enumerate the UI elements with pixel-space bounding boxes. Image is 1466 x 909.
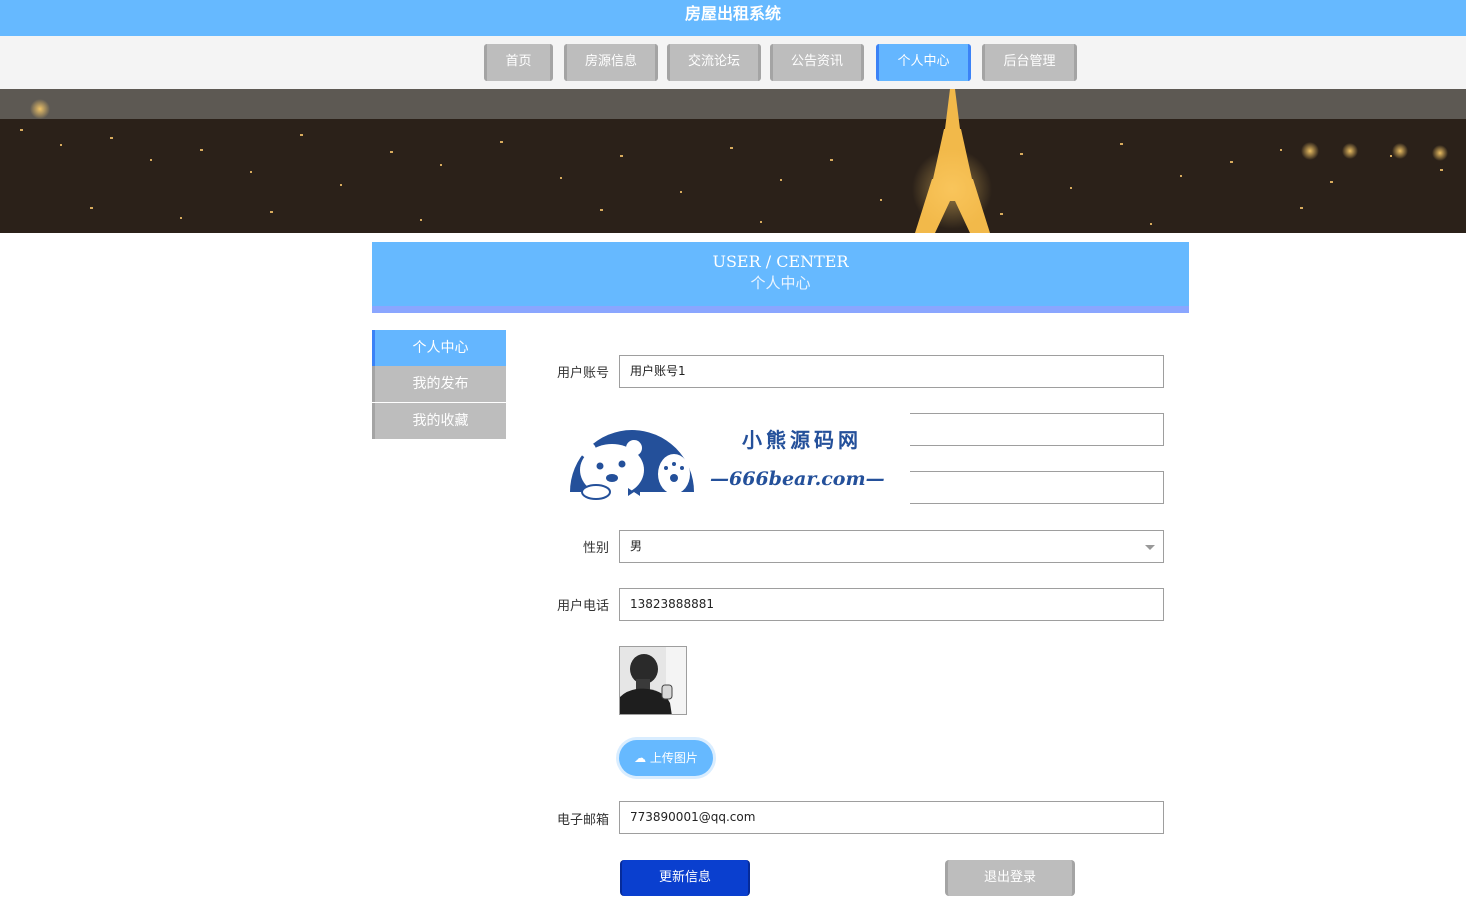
email-input[interactable]: 773890001@qq.com <box>619 801 1164 834</box>
top-header: 房屋出租系统 <box>0 0 1466 36</box>
sidebar-item-my-favorites[interactable]: 我的收藏 <box>372 403 506 439</box>
gender-label: 性别 <box>582 541 609 556</box>
logout-button[interactable]: 退出登录 <box>945 860 1075 896</box>
site-title: 房屋出租系统 <box>684 4 781 23</box>
cloud-upload-icon: ☁ <box>634 751 647 765</box>
section-title-cn: 个人中心 <box>750 274 811 292</box>
nav-listings[interactable]: 房源信息 <box>564 44 658 81</box>
bear-logo-icon <box>570 430 694 500</box>
section-header: USER / CENTER 个人中心 <box>372 242 1189 313</box>
nav-forum[interactable]: 交流论坛 <box>667 44 761 81</box>
gender-select[interactable]: 男 <box>619 530 1164 563</box>
nav-home[interactable]: 首页 <box>484 44 553 81</box>
nav-admin[interactable]: 后台管理 <box>982 44 1077 81</box>
section-title-en: USER / CENTER <box>712 252 849 271</box>
avatar <box>619 646 687 715</box>
gender-selected-value: 男 <box>630 539 643 553</box>
phone-label: 用户电话 <box>556 599 609 614</box>
account-input[interactable]: 用户账号1 <box>619 355 1164 388</box>
watermark-text-url: —666bear.com— <box>710 468 885 490</box>
phone-input[interactable]: 13823888881 <box>619 588 1164 621</box>
watermark-logo: 小熊源码网 —666bear.com— <box>566 412 910 506</box>
watermark-text-cn: 小熊源码网 <box>742 428 862 452</box>
banner-image <box>0 89 1466 233</box>
account-label: 用户账号 <box>556 366 609 381</box>
sidebar-item-user-center[interactable]: 个人中心 <box>372 330 506 366</box>
email-label: 电子邮箱 <box>556 813 609 828</box>
avatar-photo-icon <box>620 647 686 714</box>
chevron-down-icon <box>1145 545 1155 550</box>
nav-news[interactable]: 公告资讯 <box>770 44 864 81</box>
update-info-button[interactable]: 更新信息 <box>620 860 750 896</box>
city-night-illustration <box>0 89 1466 233</box>
nav-user-center[interactable]: 个人中心 <box>876 44 971 81</box>
upload-image-button[interactable]: ☁ 上传图片 <box>619 740 713 776</box>
upload-button-label: 上传图片 <box>649 751 698 765</box>
sidebar-item-my-posts[interactable]: 我的发布 <box>372 366 506 402</box>
main-nav: 首页 房源信息 交流论坛 公告资讯 个人中心 后台管理 <box>0 36 1466 89</box>
